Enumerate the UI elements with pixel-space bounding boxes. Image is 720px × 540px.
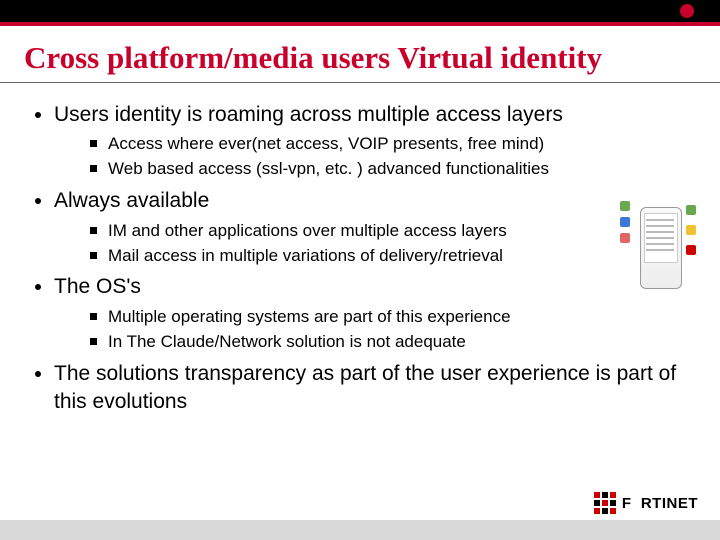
bullet-text: Users identity is roaming across multipl… xyxy=(54,103,563,126)
phone-line xyxy=(646,237,674,239)
title-divider xyxy=(0,82,720,83)
sub-bullet: Access where ever(net access, VOIP prese… xyxy=(108,133,690,156)
sub-list: IM and other applications over multiple … xyxy=(54,220,690,268)
app-icon xyxy=(686,225,696,235)
phone-line xyxy=(646,231,674,233)
sub-bullet: In The Claude/Network solution is not ad… xyxy=(108,331,690,354)
app-icon xyxy=(620,233,630,243)
bullet-item: The solutions transparency as part of th… xyxy=(54,360,690,417)
bullet-text: Always available xyxy=(54,189,209,212)
top-bar xyxy=(0,0,720,22)
sub-bullet: Mail access in multiple variations of de… xyxy=(108,245,690,268)
sub-bullet: IM and other applications over multiple … xyxy=(108,220,690,243)
phone-illustration xyxy=(618,199,698,299)
phone-line xyxy=(646,225,674,227)
bullet-list: Users identity is roaming across multipl… xyxy=(30,101,690,416)
app-icon xyxy=(620,201,630,211)
slide: Cross platform/media users Virtual ident… xyxy=(0,0,720,540)
sub-list: Multiple operating systems are part of t… xyxy=(54,306,690,354)
app-icon xyxy=(620,217,630,227)
app-icon xyxy=(686,245,696,255)
bullet-item: The OS's Multiple operating systems are … xyxy=(54,273,690,353)
logo-text: F RTINET xyxy=(622,495,698,512)
sub-bullet: Web based access (ssl-vpn, etc. ) advanc… xyxy=(108,158,690,181)
slide-title: Cross platform/media users Virtual ident… xyxy=(0,26,720,82)
bullet-text: The OS's xyxy=(54,275,141,298)
logo-mark-icon xyxy=(594,492,616,514)
content-area: Users identity is roaming across multipl… xyxy=(0,87,720,416)
phone-line xyxy=(646,219,674,221)
phone-line xyxy=(646,243,674,245)
sub-bullet: Multiple operating systems are part of t… xyxy=(108,306,690,329)
app-icon xyxy=(686,205,696,215)
sub-list: Access where ever(net access, VOIP prese… xyxy=(54,133,690,181)
footer-bar xyxy=(0,520,720,540)
bullet-item: Always available IM and other applicatio… xyxy=(54,187,690,267)
bullet-item: Users identity is roaming across multipl… xyxy=(54,101,690,181)
phone-line xyxy=(646,249,674,251)
brand-logo: F RTINET xyxy=(594,492,698,514)
bullet-text: The solutions transparency as part of th… xyxy=(54,362,676,413)
